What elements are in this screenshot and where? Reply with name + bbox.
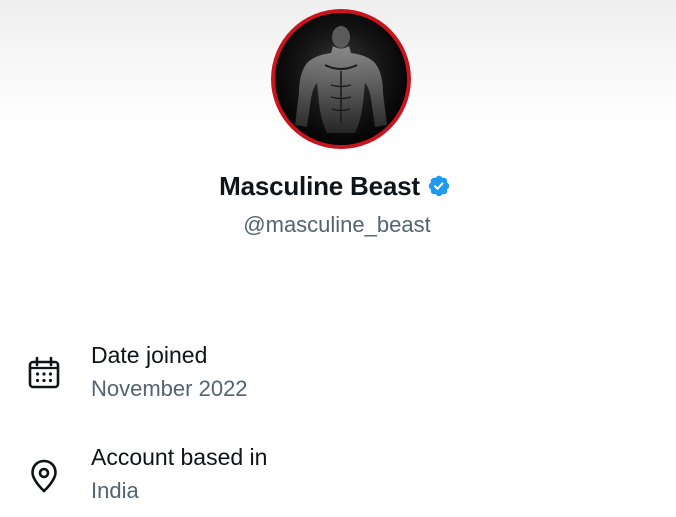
- avatar-image: [275, 13, 407, 145]
- calendar-icon: [28, 356, 60, 389]
- account-location-value: India: [91, 478, 139, 503]
- account-location-label: Account based in: [91, 444, 268, 470]
- date-joined-value: November 2022: [91, 376, 248, 401]
- date-joined-row: Date joined November 2022: [0, 339, 676, 409]
- date-joined-label: Date joined: [91, 342, 208, 368]
- location-pin-icon: [31, 459, 57, 493]
- muscular-silhouette-image: [275, 13, 407, 145]
- display-name-row: Masculine Beast: [0, 169, 673, 203]
- username-handle: @masculine_beast: [243, 212, 431, 237]
- avatar[interactable]: [271, 9, 411, 149]
- display-name: Masculine Beast: [219, 171, 420, 201]
- account-location-row: Account based in India: [0, 441, 676, 511]
- profile-header: Masculine Beast @masculine_beast: [0, 0, 676, 250]
- verified-badge-icon[interactable]: [427, 174, 451, 198]
